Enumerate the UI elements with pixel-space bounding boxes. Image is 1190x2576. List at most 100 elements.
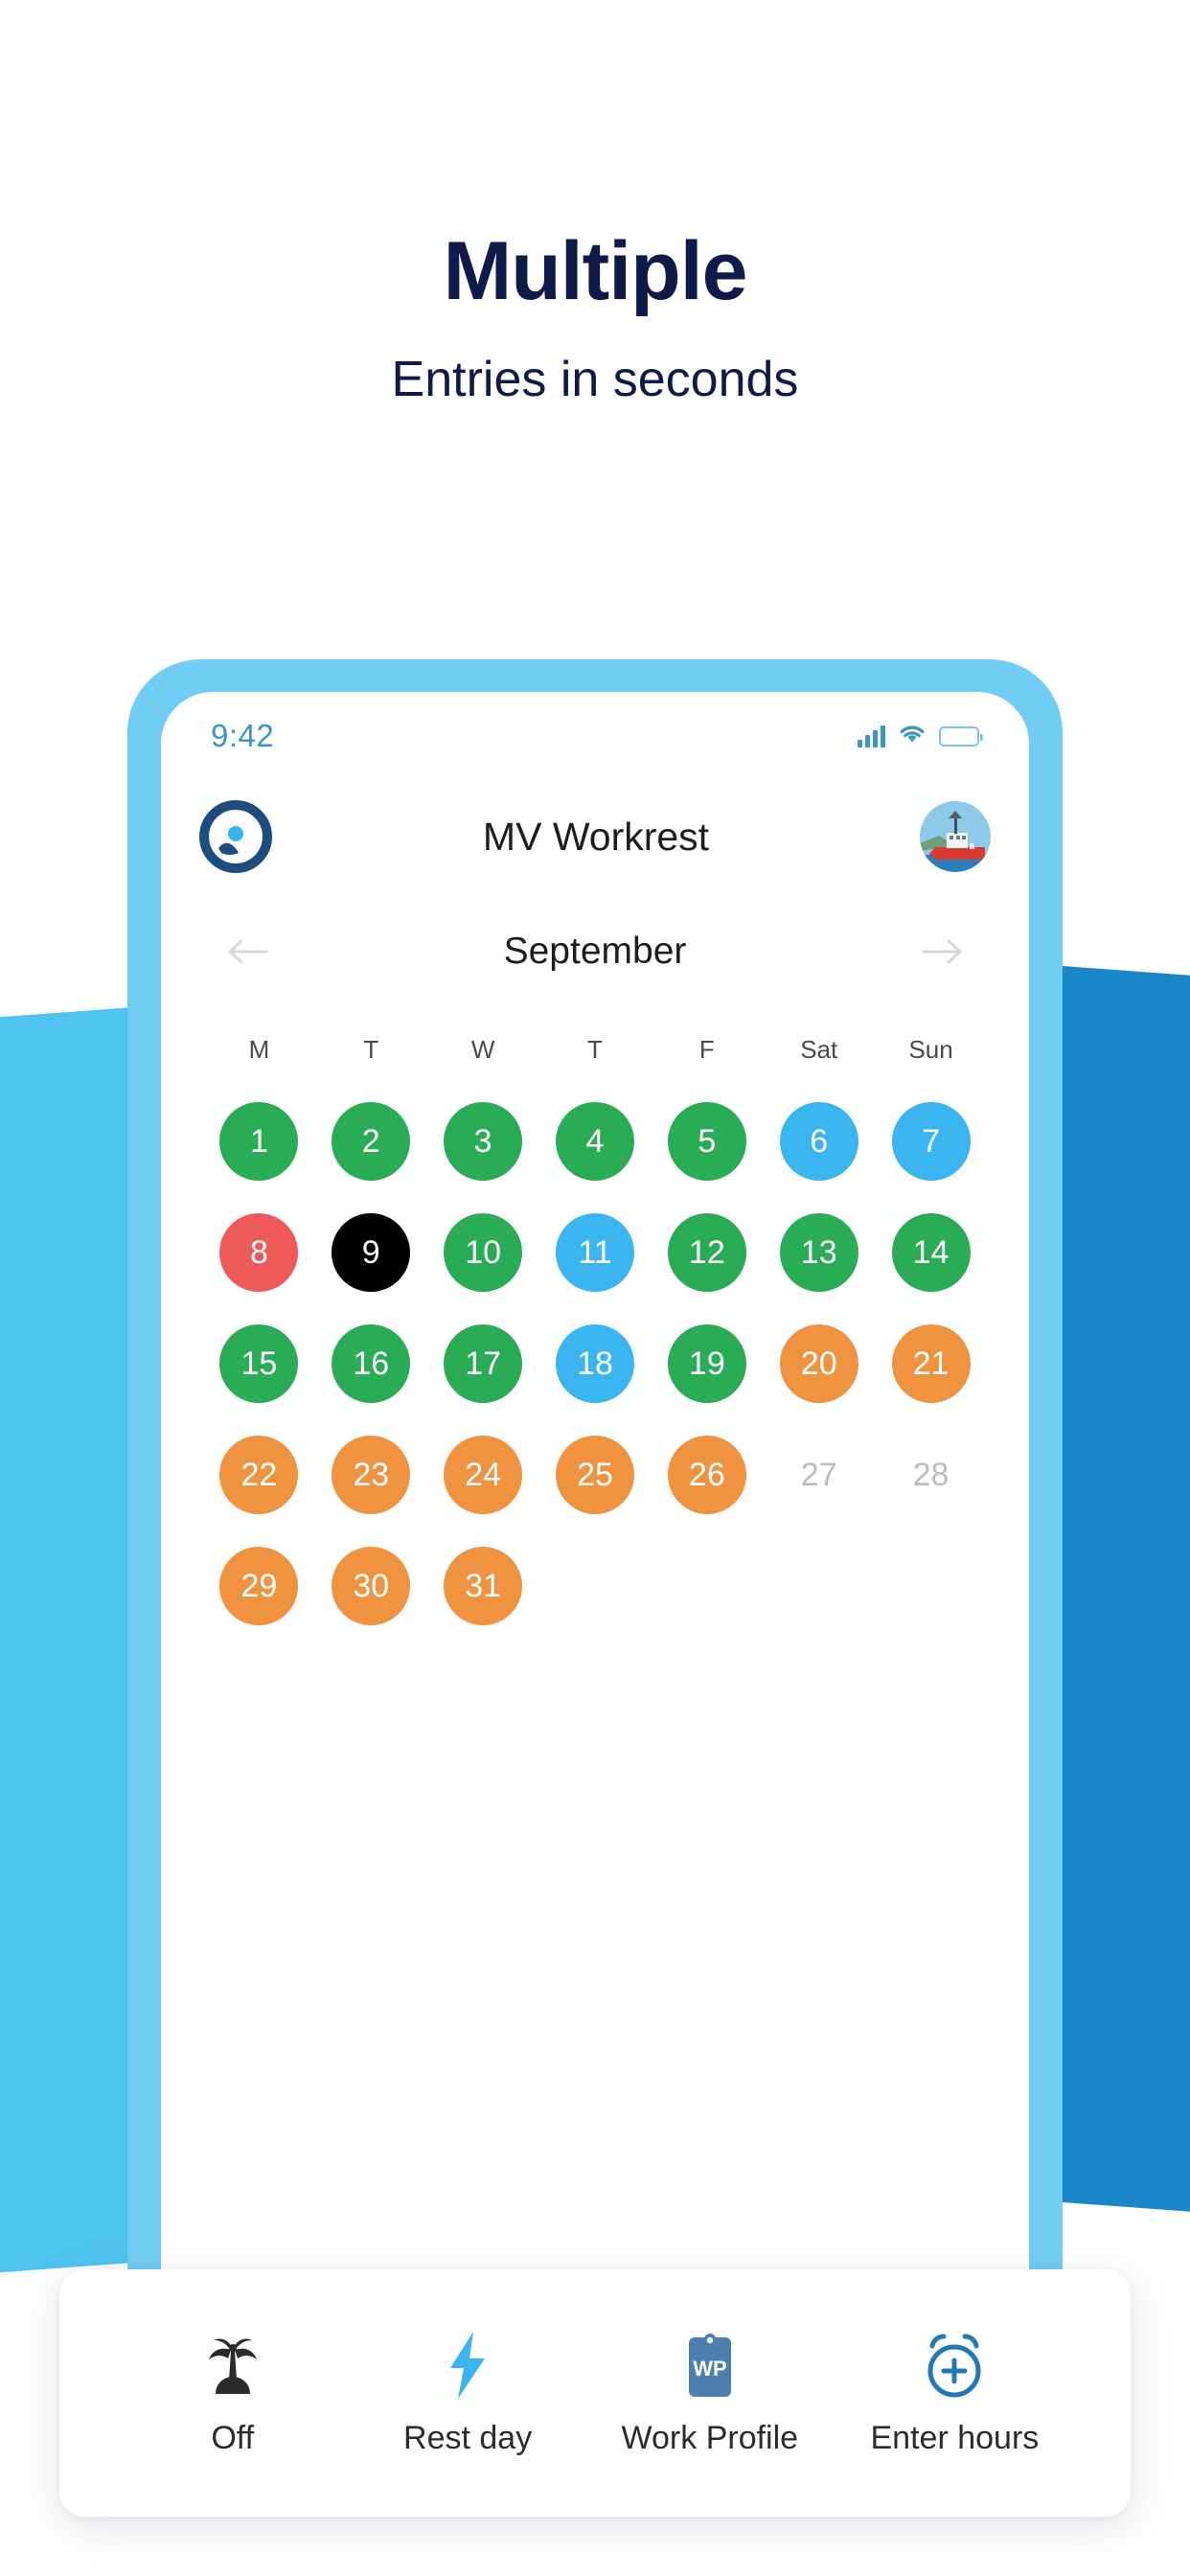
- month-label: September: [503, 931, 687, 972]
- day-chip: 1: [219, 1102, 299, 1181]
- arrow-left-icon[interactable]: [220, 925, 274, 978]
- calendar-day-31[interactable]: 31: [427, 1534, 539, 1638]
- vessel-avatar[interactable]: [920, 801, 991, 872]
- day-chip: 17: [444, 1324, 523, 1403]
- day-chip: 21: [891, 1324, 971, 1403]
- calendar-day-16[interactable]: 16: [315, 1312, 427, 1415]
- calendar-day-13[interactable]: 13: [763, 1201, 875, 1304]
- calendar-weekday-4: F: [698, 1035, 715, 1064]
- bottom-toolbar: Off Rest day WP Work Profile Enter hours: [59, 2269, 1131, 2517]
- day-chip: 6: [779, 1102, 858, 1181]
- day-chip: 20: [779, 1324, 858, 1403]
- workrest-logo-icon[interactable]: [199, 800, 272, 873]
- calendar-day-22[interactable]: 22: [203, 1423, 315, 1527]
- svg-text:WP: WP: [693, 2357, 726, 2380]
- calendar-day-19[interactable]: 19: [651, 1312, 763, 1415]
- calendar-day-14[interactable]: 14: [875, 1201, 987, 1304]
- day-chip: 27: [800, 1457, 837, 1493]
- calendar-week-row: 22 23 24 25 26 27 28: [203, 1423, 987, 1527]
- toolbar-item-label: Off: [211, 2419, 255, 2456]
- day-chip: 31: [444, 1547, 523, 1625]
- day-chip: 15: [219, 1324, 299, 1403]
- work-profile-badge-icon: WP: [681, 2330, 739, 2401]
- calendar-day-6[interactable]: 6: [763, 1090, 875, 1193]
- alarm-clock-plus-icon: [921, 2330, 988, 2401]
- phone-screen: 9:42 MV Workrest September M T W T F Sat…: [161, 692, 1029, 2394]
- status-bar-icons: [858, 723, 983, 750]
- calendar-day-18[interactable]: 18: [539, 1312, 652, 1415]
- toolbar-item-label: Enter hours: [870, 2419, 1040, 2456]
- day-chip: 16: [332, 1324, 411, 1403]
- calendar-weekday-2: W: [470, 1035, 495, 1064]
- page-root: Multiple Entries in seconds 9:42 MV Work…: [0, 0, 1190, 2576]
- lightning-bolt-icon: [445, 2330, 491, 2401]
- status-bar: 9:42: [161, 692, 1029, 780]
- calendar-day-30[interactable]: 30: [315, 1534, 427, 1638]
- calendar-weekday-1: T: [363, 1035, 379, 1064]
- calendar-day-24[interactable]: 24: [427, 1423, 539, 1527]
- calendar-day-5[interactable]: 5: [651, 1090, 763, 1193]
- day-chip: 11: [555, 1213, 634, 1292]
- calendar: M T W T F Sat Sun 1 2 3 4 5 6 7 8 9 10 11 12 13 14 15 16 17 18 1…: [161, 993, 1029, 1638]
- calendar-day-4[interactable]: 4: [539, 1090, 652, 1193]
- calendar-day-10[interactable]: 10: [427, 1201, 539, 1304]
- toolbar-item-label: Rest day: [403, 2419, 533, 2456]
- calendar-day-20[interactable]: 20: [763, 1312, 875, 1415]
- calendar-week-row: 1234567: [203, 1090, 987, 1193]
- day-chip: 13: [779, 1213, 858, 1292]
- hero-text-block: Multiple Entries in seconds: [0, 230, 1190, 404]
- calendar-day-28[interactable]: 28: [875, 1423, 987, 1527]
- calendar-day-8[interactable]: 8: [203, 1201, 315, 1304]
- calendar-grid: 1 2 3 4 5 6 7 8 9 10 11 12 13 14 15 16 17 18 19 20 21 22 23 24 2…: [203, 1090, 987, 1638]
- day-chip: 4: [555, 1102, 634, 1181]
- calendar-week-row: 8 9 10 11 12 13 14: [203, 1201, 987, 1304]
- arrow-right-icon[interactable]: [916, 925, 970, 978]
- day-chip: 3: [444, 1102, 523, 1181]
- calendar-day-3[interactable]: 3: [427, 1090, 539, 1193]
- toolbar-item-label: Work Profile: [621, 2419, 799, 2456]
- day-chip: 2: [332, 1102, 411, 1181]
- calendar-day-21[interactable]: 21: [875, 1312, 987, 1415]
- calendar-day-26[interactable]: 26: [651, 1423, 763, 1527]
- calendar-day-11[interactable]: 11: [539, 1201, 652, 1304]
- palm-tree-icon: [202, 2330, 263, 2401]
- battery-icon: [939, 725, 983, 747]
- calendar-day-17[interactable]: 17: [427, 1312, 539, 1415]
- day-chip: 23: [332, 1436, 411, 1514]
- calendar-day-9[interactable]: 9: [315, 1201, 427, 1304]
- toolbar-item-rest-day[interactable]: Rest day: [386, 2330, 549, 2457]
- day-chip: 29: [219, 1547, 299, 1625]
- day-chip: 26: [667, 1436, 746, 1514]
- toolbar-item-off[interactable]: Off: [151, 2330, 314, 2457]
- status-bar-time: 9:42: [211, 718, 275, 753]
- day-chip: 18: [555, 1324, 634, 1403]
- day-chip: 25: [555, 1436, 634, 1514]
- app-header: MV Workrest: [161, 780, 1029, 893]
- toolbar-item-work-profile[interactable]: WP Work Profile: [621, 2330, 799, 2457]
- calendar-day-23[interactable]: 23: [315, 1423, 427, 1527]
- day-chip: 8: [219, 1213, 299, 1292]
- signal-bars-icon: [858, 724, 885, 748]
- day-chip: 12: [667, 1213, 746, 1292]
- day-chip: 5: [667, 1102, 746, 1181]
- calendar-day-25[interactable]: 25: [539, 1423, 652, 1527]
- calendar-weekday-0: M: [248, 1035, 270, 1064]
- page-title: Multiple: [443, 225, 748, 317]
- calendar-day-15[interactable]: 15: [203, 1312, 315, 1415]
- calendar-day-27[interactable]: 27: [763, 1423, 875, 1527]
- page-title-app: MV Workrest: [482, 814, 710, 859]
- calendar-week-row: 29 30 31: [203, 1534, 987, 1638]
- calendar-day-7[interactable]: 7: [875, 1090, 987, 1193]
- month-navigation: September: [161, 893, 1029, 993]
- calendar-weekday-5: Sat: [800, 1035, 838, 1064]
- day-chip: 28: [912, 1457, 950, 1493]
- toolbar-item-enter-hours[interactable]: Enter hours: [870, 2330, 1040, 2457]
- calendar-day-29[interactable]: 29: [203, 1534, 315, 1638]
- calendar-week-row: 15 16 17 18 19 20 21: [203, 1312, 987, 1415]
- calendar-day-12[interactable]: 12: [651, 1201, 763, 1304]
- calendar-weekday-header: M T W T F Sat Sun: [203, 1035, 987, 1065]
- calendar-day-2[interactable]: 2: [315, 1090, 427, 1193]
- calendar-day-1[interactable]: 1: [203, 1090, 315, 1193]
- day-chip: 9: [332, 1213, 411, 1292]
- wifi-icon: [898, 723, 927, 750]
